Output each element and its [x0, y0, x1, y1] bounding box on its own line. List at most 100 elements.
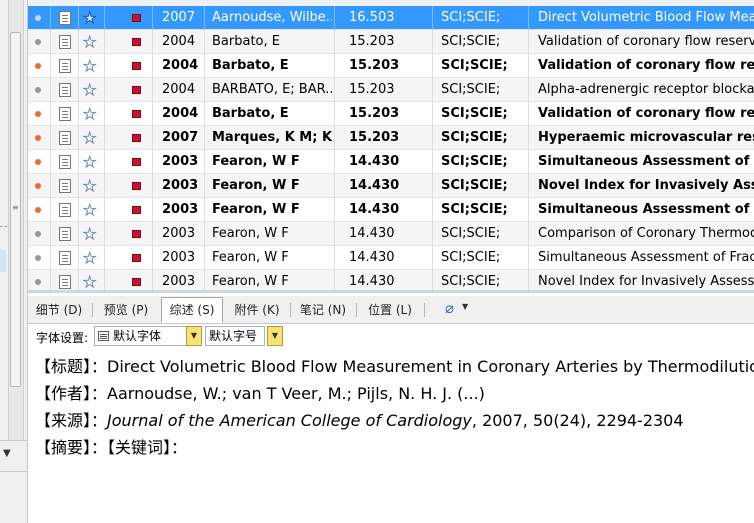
impact-factor-cell: 14.430 [349, 226, 395, 241]
table-row[interactable]: ★ 2004 Barbato, E 15.203 SCI;SCIE; Validation… [28, 102, 754, 126]
document-icon[interactable] [56, 78, 76, 102]
flag-icon[interactable] [128, 198, 142, 222]
tab-separator [290, 303, 291, 317]
star-icon[interactable]: ★ [80, 102, 102, 126]
table-row[interactable]: ★ 2004 Barbato, E 15.203 SCI;SCIE; Validation… [28, 54, 754, 78]
column-divider [204, 6, 205, 30]
detail-tab-bar: 细节 (D) 预览 (P) 综述 (S) 附件 (K) 笔记 (N) 位置 (L… [28, 296, 754, 324]
tab-preview[interactable]: 预览 (P) [100, 299, 152, 322]
document-icon[interactable] [56, 30, 76, 54]
read-status-dot-icon [35, 39, 41, 45]
star-icon[interactable]: ★ [80, 78, 102, 102]
document-icon[interactable] [56, 222, 76, 246]
column-divider [50, 78, 51, 102]
star-icon[interactable]: ★ [80, 54, 102, 78]
flag-icon[interactable] [128, 126, 142, 150]
impact-factor-cell: 15.203 [349, 130, 400, 145]
star-icon[interactable]: ★ [80, 222, 102, 246]
star-icon[interactable]: ★ [80, 150, 102, 174]
column-divider [432, 30, 433, 54]
reference-grid: ★ 2007 Aarnoudse, Wilbe... 16.503 SCI;SCIE; D… [28, 0, 754, 293]
year-cell: 2003 [162, 202, 199, 217]
document-icon[interactable] [56, 54, 76, 78]
column-divider [432, 126, 433, 150]
star-icon[interactable]: ★ [80, 6, 102, 30]
year-cell: 2004 [162, 34, 196, 49]
column-divider [432, 6, 433, 30]
flag-icon[interactable] [128, 246, 142, 270]
table-row[interactable]: ★ 2003 Fearon, W F 14.430 SCI;SCIE; Simultane… [28, 150, 754, 174]
tab-notes[interactable]: 笔记 (N) [296, 299, 350, 322]
title-cell: Alpha-adrenergic receptor blockad [538, 82, 754, 97]
chevron-down-icon[interactable]: ▼ [462, 302, 468, 311]
source-journal: Journal of the American College of Cardi… [107, 411, 472, 430]
tab-summary[interactable]: 综述 (S) [161, 297, 223, 323]
font-size-dropdown-button[interactable]: ▼ [267, 326, 283, 346]
flag-icon[interactable] [128, 222, 142, 246]
title-cell: Simultaneous Assessment of Frac [538, 154, 754, 169]
document-icon[interactable] [56, 246, 76, 270]
table-row[interactable]: ★ 2007 Marques, K M; K... 15.203 SCI;SCIE; Hy… [28, 126, 754, 150]
left-scrollbar[interactable]: ≡ [8, 0, 24, 440]
star-icon[interactable]: ★ [80, 198, 102, 222]
source-label: 【来源】： [35, 411, 108, 430]
star-icon[interactable]: ★ [80, 246, 102, 270]
star-icon[interactable]: ★ [80, 174, 102, 198]
read-status-dot-icon [35, 135, 41, 141]
year-cell: 2003 [162, 250, 196, 265]
table-row[interactable]: ★ 2007 Aarnoudse, Wilbe... 16.503 SCI;SCIE; D… [28, 6, 754, 30]
column-divider [204, 54, 205, 78]
tab-attachments[interactable]: 附件 (K) [230, 299, 284, 322]
document-icon[interactable] [56, 6, 76, 30]
author-cell: Marques, K M; K... [212, 130, 332, 145]
tab-details[interactable]: 细节 (D) [34, 299, 84, 322]
tab-location[interactable]: 位置 (L) [362, 299, 418, 322]
document-icon[interactable] [56, 174, 76, 198]
document-icon[interactable] [56, 126, 76, 150]
impact-factor-cell: 16.503 [349, 10, 395, 25]
flag-icon[interactable] [128, 174, 142, 198]
star-icon[interactable]: ★ [80, 126, 102, 150]
document-icon[interactable] [56, 102, 76, 126]
year-cell: 2004 [162, 106, 199, 121]
flag-icon[interactable] [128, 30, 142, 54]
flag-icon[interactable] [128, 54, 142, 78]
column-divider [104, 150, 105, 174]
dropdown-arrow-icon[interactable]: ▼ [3, 448, 11, 459]
star-icon[interactable]: ★ [80, 30, 102, 54]
flag-icon[interactable] [128, 6, 142, 30]
document-icon[interactable] [56, 198, 76, 222]
document-icon[interactable] [56, 150, 76, 174]
grip-icon: ≡ [12, 203, 19, 212]
tree-dashed-line [0, 226, 7, 228]
year-cell: 2007 [162, 130, 199, 145]
column-divider [528, 198, 529, 222]
font-size-value: 默认字号 [209, 329, 258, 343]
flag-icon[interactable] [128, 102, 142, 126]
font-toolbar: 字体设置: 默认字体 ▼ 默认字号 ▼ [28, 324, 754, 349]
column-divider [152, 6, 153, 30]
impact-factor-cell: 14.430 [349, 178, 400, 193]
table-row[interactable]: ★ 2003 Fearon, W F 14.430 SCI;SCIE; Novel Ind… [28, 174, 754, 198]
author-cell: Fearon, W F [212, 250, 289, 265]
table-row[interactable]: ★ 2004 BARBATO, E; BAR... 15.203 SCI;SCIE; Al… [28, 78, 754, 102]
title-cell: Direct Volumetric Blood Flow Measu [538, 10, 754, 25]
flag-icon[interactable] [128, 150, 142, 174]
table-row[interactable]: ★ 2003 Fearon, W F 14.430 SCI;SCIE; Simultane… [28, 198, 754, 222]
table-row[interactable]: ★ 2004 Barbato, E 15.203 SCI;SCIE; Validation… [28, 30, 754, 54]
column-divider [152, 126, 153, 150]
table-row[interactable]: ★ 2003 Fearon, W F 14.430 SCI;SCIE; Compariso… [28, 222, 754, 246]
column-divider [528, 222, 529, 246]
font-size-select[interactable]: 默认字号 [205, 326, 265, 346]
column-divider [50, 30, 51, 54]
table-row[interactable]: ★ 2003 Fearon, W F 14.430 SCI;SCIE; Simultane… [28, 246, 754, 270]
summary-source-row: 【来源】：Journal of the American College of … [35, 407, 684, 431]
paperclip-icon[interactable]: ⌀ [445, 299, 454, 317]
font-family-dropdown-button[interactable]: ▼ [186, 326, 202, 346]
year-cell: 2004 [162, 58, 199, 73]
column-divider [528, 126, 529, 150]
column-divider [432, 150, 433, 174]
flag-icon[interactable] [128, 78, 142, 102]
column-divider [528, 102, 529, 126]
title-cell: Validation of coronary flow rese [538, 58, 754, 73]
